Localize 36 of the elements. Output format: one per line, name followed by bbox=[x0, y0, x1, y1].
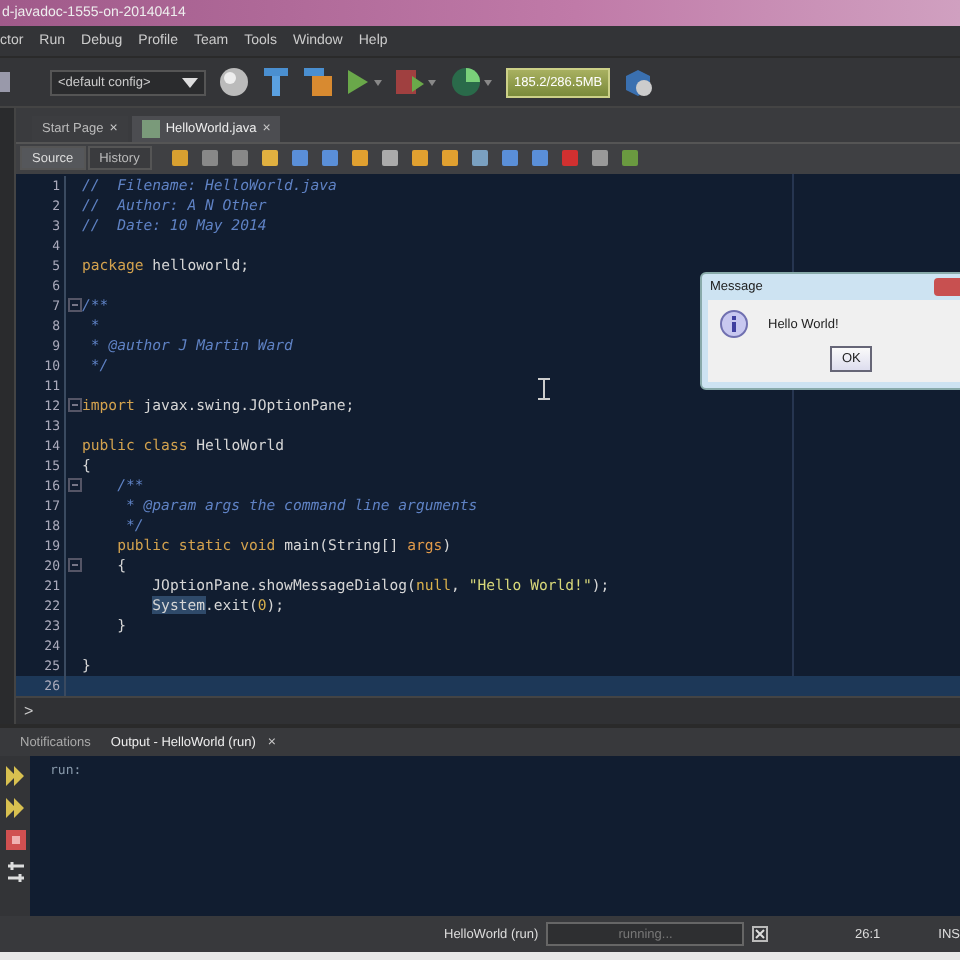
tool-icon[interactable] bbox=[199, 148, 220, 169]
fold-icon[interactable] bbox=[67, 398, 81, 413]
tool-icon[interactable] bbox=[529, 148, 550, 169]
tool-icon[interactable] bbox=[469, 148, 490, 169]
breadcrumb-arrow[interactable]: > bbox=[24, 701, 34, 720]
stop-icon[interactable] bbox=[5, 830, 25, 850]
cube-icon[interactable] bbox=[622, 66, 655, 98]
tool-icon[interactable] bbox=[589, 148, 610, 169]
tool-icon[interactable] bbox=[289, 148, 310, 169]
text-cursor-icon bbox=[538, 377, 550, 400]
rerun-icon[interactable] bbox=[5, 766, 25, 786]
hammer-icon[interactable] bbox=[262, 66, 290, 98]
tool-icon[interactable] bbox=[349, 148, 370, 169]
rerun-icon[interactable] bbox=[5, 798, 25, 818]
tool-icon[interactable] bbox=[259, 148, 280, 169]
settings-icon[interactable] bbox=[5, 862, 25, 882]
tool-icon[interactable] bbox=[439, 148, 460, 169]
tool-icon[interactable] bbox=[499, 148, 520, 169]
run-icon[interactable] bbox=[346, 68, 382, 96]
file-icon bbox=[141, 120, 160, 139]
fold-icon[interactable] bbox=[67, 298, 81, 313]
tool-icon[interactable] bbox=[229, 148, 250, 169]
globe-icon[interactable] bbox=[218, 66, 250, 98]
tool-icon[interactable] bbox=[379, 148, 400, 169]
fold-icon[interactable] bbox=[67, 558, 81, 573]
tool-icon[interactable] bbox=[169, 148, 190, 169]
tool-icon[interactable] bbox=[319, 148, 340, 169]
code-editor[interactable] bbox=[16, 173, 960, 696]
fold-icon[interactable] bbox=[67, 478, 81, 493]
close-icon[interactable] bbox=[752, 926, 767, 942]
profile-icon[interactable] bbox=[450, 66, 494, 98]
info-icon bbox=[720, 310, 748, 338]
tool-icon[interactable] bbox=[619, 148, 640, 169]
tool-icon[interactable] bbox=[409, 148, 430, 169]
debug-icon[interactable] bbox=[394, 66, 438, 98]
caret-icon bbox=[182, 77, 198, 87]
